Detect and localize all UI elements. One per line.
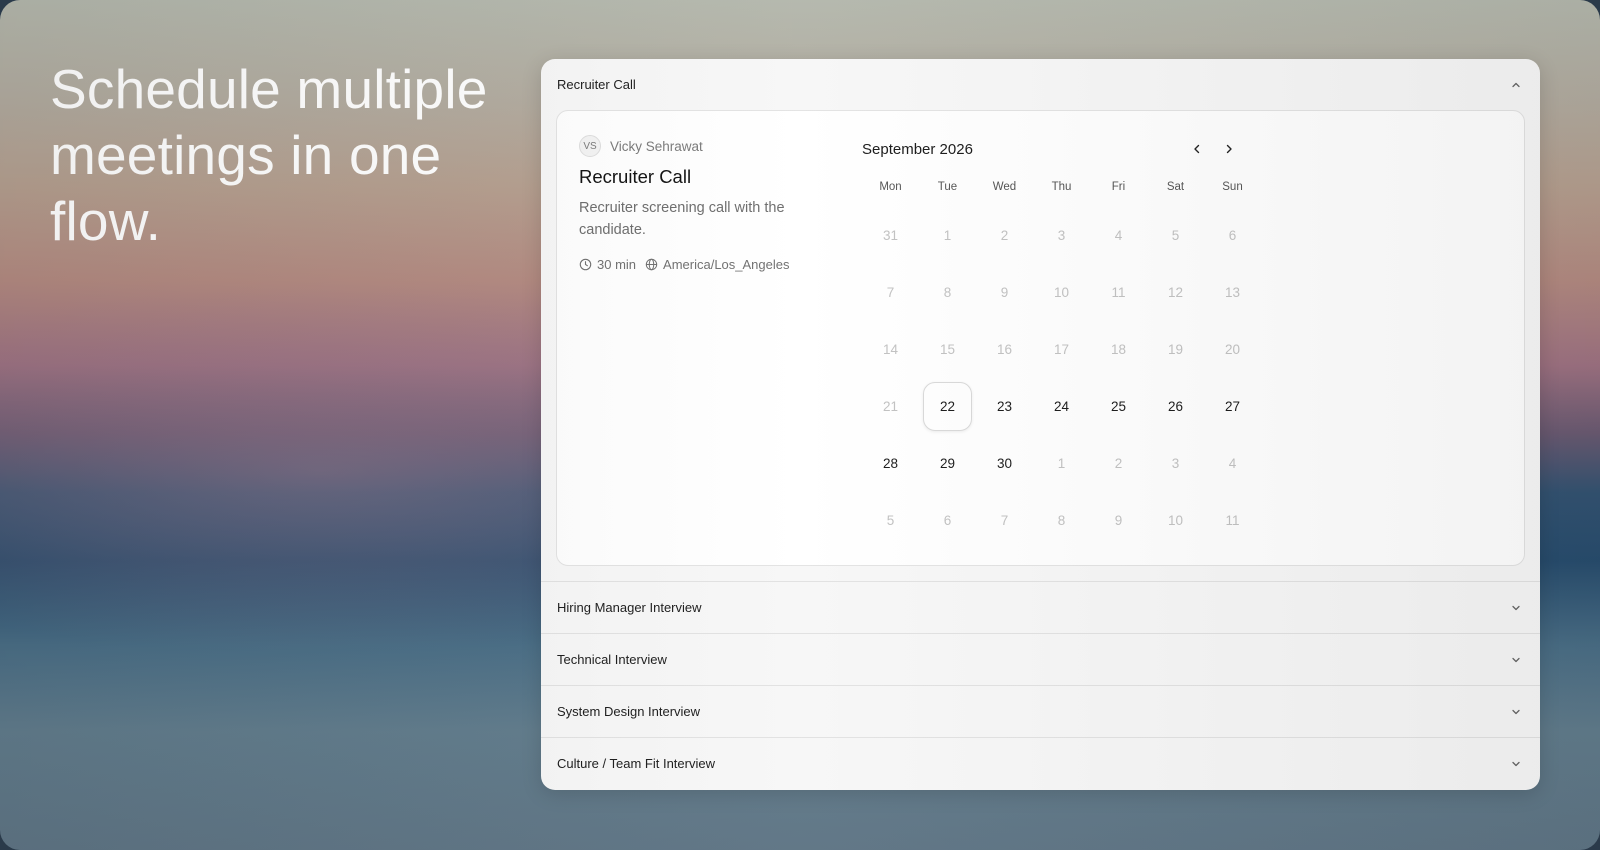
event-title: Recruiter Call [579, 166, 692, 187]
available-date[interactable]: 30 [980, 439, 1029, 488]
weekday-label: Fri [1111, 181, 1126, 193]
host-name: Vicky Sehrawat [610, 138, 703, 154]
accordion-header-culture-team-fit-interview[interactable]: Culture / Team Fit Interview [541, 738, 1540, 789]
available-date[interactable]: 27 [1208, 382, 1257, 431]
unavailable-date: 4 [1114, 228, 1123, 243]
unavailable-date: 9 [1000, 285, 1009, 300]
unavailable-date: 6 [1228, 228, 1237, 243]
accordion-title: Recruiter Call [557, 77, 636, 92]
clock-icon [579, 258, 592, 271]
unavailable-date: 7 [1000, 513, 1009, 528]
available-date[interactable]: 25 [1094, 382, 1143, 431]
unavailable-date: 3 [1057, 228, 1066, 243]
chevron-left-icon [1194, 144, 1200, 154]
weekday-label: Tue [937, 181, 958, 193]
event-meta: 30 min America/Los_Angeles [579, 257, 790, 272]
unavailable-date: 3 [1171, 456, 1180, 471]
unavailable-date: 5 [886, 513, 895, 528]
unavailable-date: 17 [1053, 342, 1070, 357]
unavailable-date: 10 [1167, 513, 1184, 528]
unavailable-date: 8 [1057, 513, 1066, 528]
unavailable-date: 8 [943, 285, 952, 300]
accordion-title: Culture / Team Fit Interview [557, 756, 715, 771]
unavailable-date: 5 [1171, 228, 1180, 243]
background: Schedule multiple meetings in one flow. … [0, 0, 1600, 850]
accordion-title: Hiring Manager Interview [557, 600, 702, 615]
chevron-right-icon [1226, 144, 1232, 154]
weekday-label: Thu [1051, 181, 1072, 193]
booking-card: VS Vicky Sehrawat Recruiter Call Recruit… [556, 110, 1525, 566]
unavailable-date: 1 [1057, 456, 1066, 471]
headline: Schedule multiple meetings in one flow. [50, 58, 488, 252]
meetings-accordion: Recruiter Call VS Vicky Sehrawat Recruit… [541, 59, 1540, 790]
unavailable-date: 15 [939, 342, 956, 357]
unavailable-date: 2 [1114, 456, 1123, 471]
prev-month-button[interactable] [1188, 140, 1206, 158]
accordion-header-technical-interview[interactable]: Technical Interview [541, 634, 1540, 685]
chevron-down-icon [1512, 605, 1520, 610]
unavailable-date: 9 [1114, 513, 1123, 528]
chevron-down-icon [1512, 657, 1520, 662]
unavailable-date: 18 [1110, 342, 1127, 357]
unavailable-date: 10 [1053, 285, 1070, 300]
unavailable-date: 11 [1111, 285, 1126, 300]
available-date[interactable]: 28 [866, 439, 915, 488]
host: VS Vicky Sehrawat [579, 135, 703, 157]
event-duration: 30 min [597, 257, 637, 272]
unavailable-date: 20 [1224, 342, 1241, 357]
unavailable-date: 7 [886, 285, 895, 300]
available-date[interactable]: 24 [1037, 382, 1086, 431]
unavailable-date: 4 [1228, 456, 1237, 471]
avatar: VS [579, 135, 601, 157]
calendar-month-label: September 2026 [862, 140, 973, 158]
available-date[interactable]: 26 [1151, 382, 1200, 431]
unavailable-date: 13 [1224, 285, 1241, 300]
accordion-header-system-design-interview[interactable]: System Design Interview [541, 686, 1540, 737]
next-month-button[interactable] [1220, 140, 1238, 158]
accordion-title: Technical Interview [557, 652, 667, 667]
selected-date[interactable]: 22 [923, 382, 972, 431]
weekday-label: Sat [1166, 181, 1185, 193]
weekday-label: Sun [1222, 181, 1243, 193]
calendar: September 2026 Mon Tue Wed Thu Fri Sat S… [862, 137, 1252, 529]
chevron-down-icon [1512, 761, 1520, 766]
accordion-header-recruiter-call[interactable]: Recruiter Call [541, 59, 1540, 110]
event-timezone: America/Los_Angeles [663, 257, 790, 272]
unavailable-date: 6 [943, 513, 952, 528]
weekday-label: Wed [992, 181, 1017, 193]
available-date[interactable]: 29 [923, 439, 972, 488]
event-description: Recruiter screening call with the candid… [579, 200, 785, 238]
available-date[interactable]: 23 [980, 382, 1029, 431]
weekday-label: Mon [879, 181, 902, 193]
unavailable-date: 16 [996, 342, 1013, 357]
unavailable-date: 21 [882, 399, 899, 414]
unavailable-date: 1 [943, 228, 952, 243]
unavailable-date: 31 [882, 228, 899, 243]
unavailable-date: 14 [882, 342, 899, 357]
unavailable-date: 11 [1225, 513, 1240, 528]
globe-icon [645, 258, 658, 271]
weekday-header: Mon Tue Wed Thu Fri Sat Sun [862, 181, 1261, 193]
accordion-title: System Design Interview [557, 704, 701, 719]
unavailable-date: 12 [1167, 285, 1184, 300]
unavailable-date: 2 [1000, 228, 1009, 243]
unavailable-date: 19 [1167, 342, 1184, 357]
chevron-down-icon [1512, 709, 1520, 714]
accordion-header-hiring-manager-interview[interactable]: Hiring Manager Interview [541, 582, 1540, 633]
chevron-up-icon [1512, 82, 1520, 87]
day-grid: 31 1 2 3 4 5 6 7 8 9 10 11 12 13 14 15 16 17 18 19 20 21 22 23 2… [862, 207, 1261, 549]
